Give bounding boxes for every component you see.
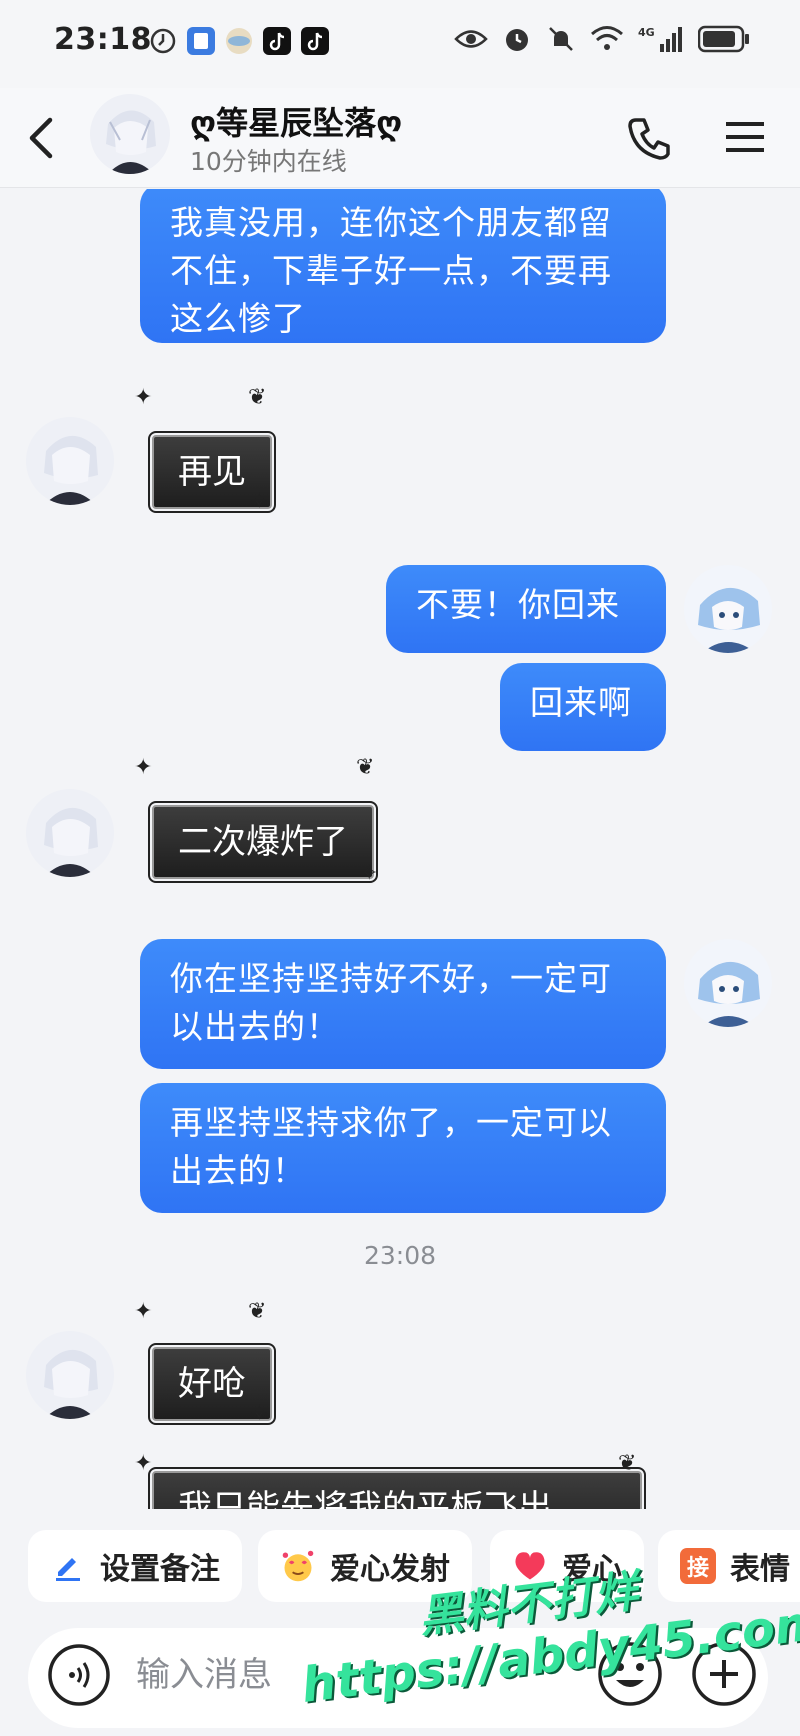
app-notification-icon [187, 27, 215, 55]
butterfly-deco-icon: ✦ [134, 1299, 153, 1324]
message-timestamp: 23:08 [363, 1241, 437, 1270]
my-avatar[interactable] [684, 939, 772, 1027]
my-avatar[interactable] [684, 565, 772, 653]
butterfly-deco-icon: ❦ [356, 755, 375, 780]
contact-name: ღ等星辰坠落ღ [190, 104, 403, 142]
contact-avatar[interactable] [90, 94, 170, 174]
butterfly-deco-icon: ✧ [250, 489, 269, 514]
butterfly-deco-icon: ✧ [250, 1401, 269, 1426]
battery-icon [698, 25, 749, 53]
back-icon[interactable] [18, 110, 68, 166]
contact-avatar[interactable] [26, 789, 114, 877]
message-bubble-sent[interactable]: 我真没用，连你这个朋友都留不住，下辈子好一点，不要再这么惨了 [140, 189, 666, 343]
set-remark-chip[interactable]: 设置备注 [28, 1530, 242, 1602]
status-bar: 23:18 4G [0, 0, 800, 88]
emoji-chip[interactable]: 接 表情 [658, 1530, 800, 1602]
contact-avatar[interactable] [26, 1331, 114, 1419]
online-status: 10分钟内在线 [190, 147, 347, 176]
butterfly-deco-icon: ✦ [134, 755, 153, 780]
butterfly-deco-icon: ✧ [360, 861, 379, 886]
globe-app-icon [226, 28, 252, 54]
tiktok-icon [263, 27, 291, 55]
butterfly-deco-icon: ✦ [134, 1451, 153, 1476]
message-list[interactable]: 我真没用，连你这个朋友都留不住，下辈子好一点，不要再这么惨了 ✦ ❦ 再见 ✧ … [0, 189, 800, 1509]
cellular-signal-icon: 4G [638, 26, 682, 52]
message-bubble-sent[interactable]: 不要！你回来 [386, 565, 666, 653]
message-bubble-sent[interactable]: 你在坚持坚持好不好，一定可以出去的！ [140, 939, 666, 1069]
menu-icon[interactable] [720, 112, 770, 162]
message-bubble-sent[interactable]: 再坚持坚持求你了，一定可以出去的！ [140, 1083, 666, 1213]
chat-header: ღ等星辰坠落ღ 10分钟内在线 [0, 88, 800, 188]
timer-icon [150, 28, 176, 54]
mute-bell-icon [549, 27, 573, 51]
contact-avatar[interactable] [26, 417, 114, 505]
status-time: 23:18 [54, 22, 152, 57]
emoji-icon[interactable] [596, 1640, 664, 1708]
message-bubble-received[interactable]: 二次爆炸了 [148, 801, 378, 883]
message-input[interactable] [136, 1650, 456, 1700]
heart-face-icon [280, 1548, 316, 1584]
alarm-icon [506, 29, 528, 51]
tiktok-icon [301, 27, 329, 55]
heart-chip[interactable]: 爱心 [490, 1530, 644, 1602]
edit-icon [50, 1548, 86, 1584]
input-bar [0, 1620, 800, 1736]
voice-icon[interactable] [46, 1642, 112, 1708]
butterfly-deco-icon: ✦ [134, 385, 153, 410]
butterfly-deco-icon: ❦ [248, 1299, 267, 1324]
message-bubble-sent[interactable]: 回来啊 [500, 663, 666, 751]
heart-icon [512, 1548, 548, 1584]
butterfly-deco-icon: ❦ [248, 385, 267, 410]
eye-icon [454, 30, 488, 48]
message-bubble-received[interactable]: 我只能先将我的平板飞出 [148, 1467, 646, 1509]
wifi-icon [591, 26, 623, 50]
plus-icon[interactable] [690, 1640, 758, 1708]
phone-icon[interactable] [622, 110, 678, 166]
svg-text:4G: 4G [638, 26, 655, 39]
quick-actions-bar: 设置备注 爱心发射 爱心 接 表情 [0, 1510, 800, 1620]
love-launch-chip[interactable]: 爱心发射 [258, 1530, 472, 1602]
jie-badge-icon: 接 [680, 1548, 716, 1584]
